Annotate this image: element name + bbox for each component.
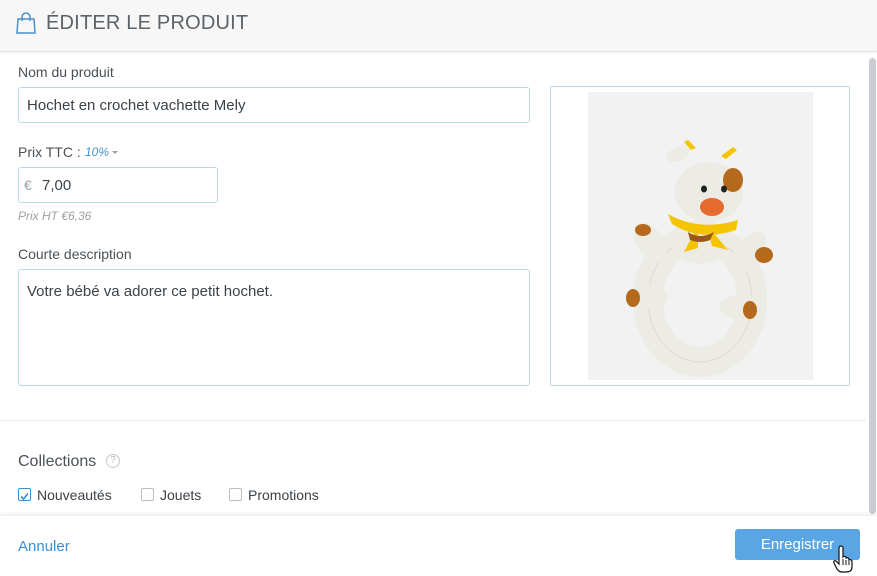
price-label: Prix TTC : bbox=[18, 144, 81, 160]
shopping-bag-icon bbox=[16, 12, 36, 34]
checkbox-label[interactable]: Promotions bbox=[248, 487, 319, 503]
caret-down-icon bbox=[112, 151, 119, 155]
product-name-value: Hochet en crochet vachette Mely bbox=[27, 97, 246, 114]
collections-title: Collections bbox=[18, 453, 97, 470]
crochet-cow-rattle-image bbox=[626, 140, 773, 377]
checkbox-label[interactable]: Nouveautés bbox=[37, 487, 112, 503]
price-value: 7,00 bbox=[42, 177, 72, 194]
checkbox-jouets[interactable] bbox=[141, 488, 154, 501]
hand-cursor-icon bbox=[833, 545, 853, 573]
header: ÉDITER LE PRODUIT bbox=[0, 0, 877, 52]
description-label: Courte description bbox=[18, 246, 132, 262]
currency-symbol: € bbox=[24, 177, 32, 193]
checkbox-promotions[interactable] bbox=[229, 488, 242, 501]
checkbox-label[interactable]: Jouets bbox=[160, 487, 201, 503]
description-value: Votre bébé va adorer ce petit hochet. bbox=[27, 283, 273, 300]
scrollbar[interactable] bbox=[868, 58, 876, 518]
description-textarea[interactable]: Votre bébé va adorer ce petit hochet. bbox=[18, 269, 530, 386]
page-title: ÉDITER LE PRODUIT bbox=[46, 12, 249, 34]
vat-rate-value: 10% bbox=[85, 145, 110, 159]
help-icon[interactable]: ? bbox=[106, 454, 120, 468]
product-name-input[interactable]: Hochet en crochet vachette Mely bbox=[18, 87, 530, 123]
checkmark-icon bbox=[20, 492, 29, 501]
footer: Annuler Enregistrer bbox=[0, 516, 877, 576]
product-name-label: Nom du produit bbox=[18, 64, 114, 80]
scrollbar-thumb[interactable] bbox=[869, 58, 876, 514]
product-image-box[interactable] bbox=[550, 86, 850, 386]
checkbox-nouveautes[interactable] bbox=[18, 488, 31, 501]
divider bbox=[0, 420, 866, 421]
product-photo bbox=[588, 92, 813, 380]
price-ht-text: Prix HT €6,36 bbox=[18, 209, 92, 223]
vat-rate-dropdown[interactable]: 10% bbox=[85, 145, 119, 159]
cancel-link[interactable]: Annuler bbox=[18, 538, 70, 555]
price-input[interactable]: € 7,00 bbox=[18, 167, 218, 203]
